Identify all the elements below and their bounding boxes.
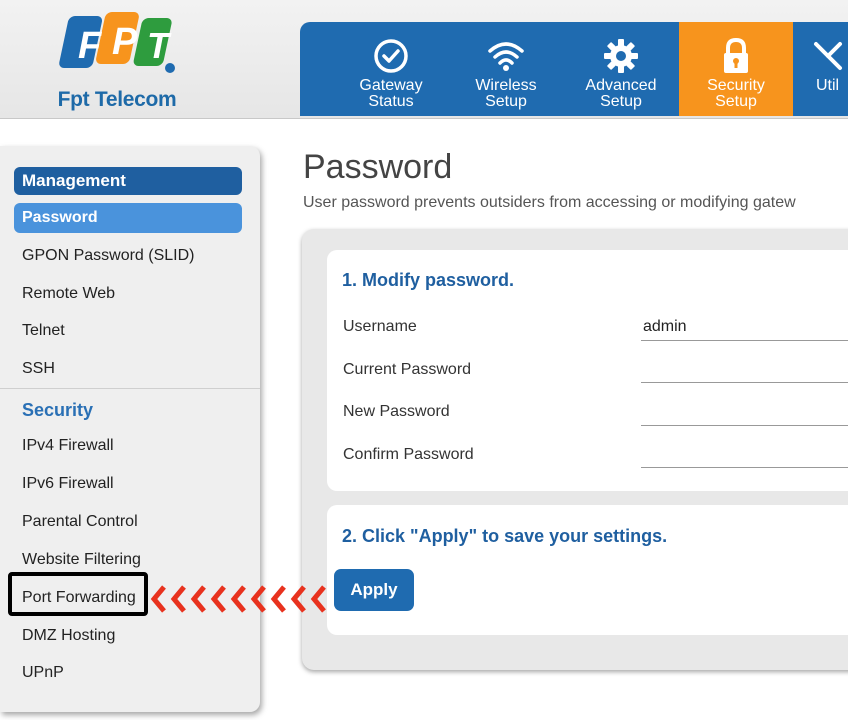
section-title-apply: 2. Click "Apply" to save your settings. — [342, 526, 668, 546]
fpt-logo[interactable]: F P T Fpt Telecom — [52, 12, 182, 112]
sidebar-heading-management[interactable]: Management — [14, 167, 242, 195]
annotation-arrows — [150, 585, 326, 613]
tab-security-setup[interactable]: Security Setup — [679, 22, 793, 116]
apply-button[interactable]: Apply — [334, 569, 414, 611]
tab-label: Security — [707, 77, 765, 94]
tab-label: Wireless — [475, 77, 537, 94]
logo-letter-p: P — [112, 21, 138, 63]
sidebar: Management Password GPON Password (SLID)… — [0, 146, 260, 712]
tab-label: Util — [816, 77, 840, 94]
sidebar-item-ipv6-firewall[interactable]: IPv6 Firewall — [22, 475, 114, 493]
tools-icon — [814, 42, 842, 70]
lock-icon — [724, 37, 748, 73]
username-label: Username — [343, 318, 417, 335]
sidebar-heading-security[interactable]: Security — [22, 400, 93, 421]
tab-label: Status — [368, 93, 414, 110]
page-title: Password — [303, 148, 453, 186]
check-circle-icon — [374, 39, 408, 73]
username-field[interactable] — [641, 313, 848, 341]
tab-label: Gateway — [359, 77, 423, 94]
tab-label: Advanced — [585, 77, 657, 94]
tab-label: Setup — [600, 93, 642, 110]
current-password-label: Current Password — [343, 361, 472, 378]
brand-caption: Fpt Telecom — [57, 88, 177, 111]
wifi-icon — [488, 42, 524, 71]
sidebar-divider — [0, 388, 260, 389]
confirm-password-label: Confirm Password — [343, 446, 474, 463]
page-description: User password prevents outsiders from ac… — [303, 194, 796, 211]
sidebar-item-telnet[interactable]: Telnet — [22, 322, 65, 340]
sidebar-item-ipv4-firewall[interactable]: IPv4 Firewall — [22, 437, 114, 455]
sidebar-item-parental-control[interactable]: Parental Control — [22, 513, 138, 531]
logo-letter-f: F — [78, 25, 103, 67]
current-password-field[interactable] — [641, 355, 848, 383]
top-nav: Gateway Status Wireless Setup Advanced S… — [300, 22, 848, 116]
tab-gateway-status[interactable]: Gateway Status — [334, 22, 448, 116]
sidebar-item-remote-web[interactable]: Remote Web — [22, 285, 115, 303]
sidebar-item-dmz-hosting[interactable]: DMZ Hosting — [22, 627, 115, 645]
tab-wireless-setup[interactable]: Wireless Setup — [449, 22, 563, 116]
tab-label: Setup — [485, 93, 527, 110]
tab-label: Setup — [715, 93, 757, 110]
confirm-password-field[interactable] — [641, 440, 848, 468]
sidebar-item-website-filtering[interactable]: Website Filtering — [22, 551, 141, 569]
logo-letter-t: T — [147, 25, 172, 66]
new-password-label: New Password — [343, 403, 450, 420]
new-password-field[interactable] — [641, 398, 848, 426]
gear-icon — [604, 39, 638, 73]
sidebar-item-upnp[interactable]: UPnP — [22, 664, 64, 682]
sidebar-item-gpon-password[interactable]: GPON Password (SLID) — [22, 247, 194, 265]
tab-utilities[interactable]: Util — [794, 22, 848, 116]
tab-advanced-setup[interactable]: Advanced Setup — [564, 22, 678, 116]
fpt-logo-mark: F P T — [59, 12, 175, 73]
sidebar-item-password[interactable]: Password — [14, 203, 242, 233]
sidebar-item-ssh[interactable]: SSH — [22, 360, 55, 378]
section-title-modify: 1. Modify password. — [342, 270, 515, 290]
annotation-highlight-box — [8, 572, 148, 616]
